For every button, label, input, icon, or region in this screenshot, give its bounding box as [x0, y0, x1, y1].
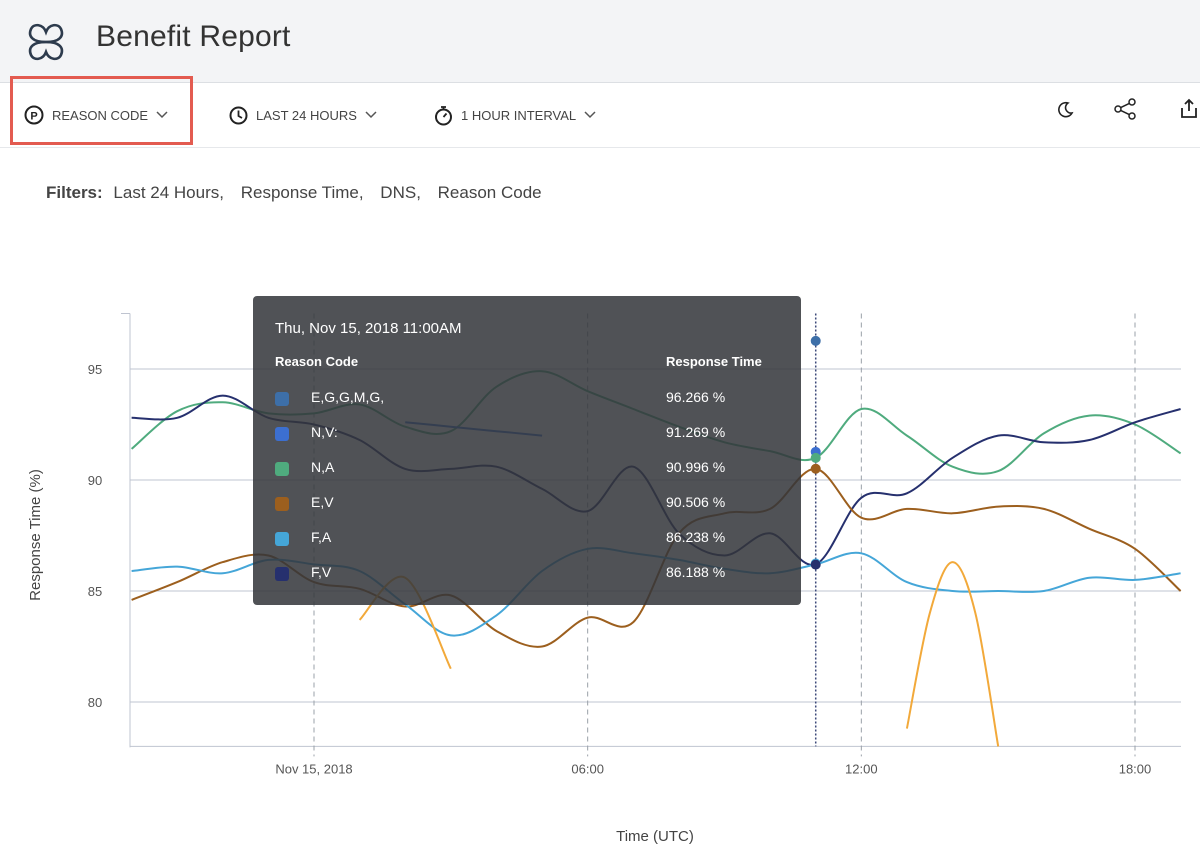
tooltip-reason-code: F,V: [311, 564, 332, 580]
interval-label: 1 HOUR INTERVAL: [461, 107, 577, 123]
tooltip-response-time: 96.266 %: [666, 389, 726, 405]
page-title: Benefit Report: [96, 20, 291, 53]
tooltip-reason-code: E,V: [311, 494, 334, 510]
series-swatch: [275, 427, 289, 441]
time-range-dropdown[interactable]: LAST 24 HOURS: [229, 83, 377, 147]
data-point-marker: [810, 559, 821, 570]
x-tick-label: 12:00: [845, 761, 878, 776]
x-tick-label: 06:00: [571, 761, 604, 776]
stopwatch-icon: [435, 105, 452, 125]
filter-protocol: DNS,: [380, 183, 421, 202]
x-tick-label: Nov 15, 2018: [275, 761, 352, 776]
tooltip-response-time: 86.188 %: [666, 564, 726, 580]
series-line: [905, 561, 1000, 747]
series-swatch: [275, 532, 289, 546]
filters-label: Filters:: [46, 183, 103, 202]
series-swatch: [275, 497, 289, 511]
chevron-down-icon: [365, 111, 377, 119]
interval-dropdown[interactable]: 1 HOUR INTERVAL: [434, 83, 596, 147]
data-point-marker: [810, 463, 821, 474]
tooltip-reason-code: E,G,G,M,G,: [311, 389, 385, 405]
filter-group-by: Reason Code: [437, 183, 542, 202]
share-icon[interactable]: [1113, 97, 1137, 121]
y-tick-label: 85: [88, 584, 102, 599]
x-axis-title: Time (UTC): [616, 828, 694, 845]
tooltip-response-time: 86.238 %: [666, 529, 726, 545]
tooltip-row: N,V: 91.269 %: [275, 423, 785, 447]
tooltip-header-code: Reason Code: [275, 354, 359, 369]
tooltip-row: N,A 90.996 %: [275, 458, 785, 482]
reason-code-highlight: [10, 76, 193, 145]
chart-tooltip: Thu, Nov 15, 2018 11:00AM Reason Code Re…: [253, 296, 801, 605]
x-tick-label: 18:00: [1119, 761, 1152, 776]
tooltip-reason-code: N,A: [311, 459, 335, 475]
tooltip-row: F,A 86.238 %: [275, 528, 785, 552]
tooltip-row: E,V 90.506 %: [275, 493, 785, 517]
series-swatch: [275, 567, 289, 581]
tooltip-response-time: 91.269 %: [666, 424, 726, 440]
series-swatch: [275, 462, 289, 476]
tooltip-date: Thu, Nov 15, 2018 11:00AM: [275, 320, 462, 337]
tooltip-row: E,G,G,M,G, 96.266 %: [275, 388, 785, 412]
filters-bar: Filters: Last 24 Hours, Response Time, D…: [46, 183, 554, 203]
tooltip-row: F,V 86.188 %: [275, 563, 785, 587]
app-logo-icon: [28, 23, 64, 61]
tooltip-reason-code: N,V:: [311, 424, 338, 440]
y-tick-label: 80: [88, 695, 102, 710]
clock-icon: [229, 106, 248, 124]
tooltip-response-time: 90.996 %: [666, 459, 726, 475]
tooltip-header-value: Response Time: [666, 354, 762, 369]
data-point-marker: [810, 452, 821, 463]
filter-metric: Response Time,: [240, 183, 364, 202]
tooltip-reason-code: F,A: [311, 529, 332, 545]
series-swatch: [275, 392, 289, 406]
y-tick-label: 95: [88, 362, 102, 377]
moon-icon[interactable]: [1057, 100, 1075, 118]
y-axis-title: Response Time (%): [27, 469, 44, 601]
tooltip-response-time: 90.506 %: [666, 494, 726, 510]
filter-time-range: Last 24 Hours,: [113, 183, 224, 202]
y-tick-label: 90: [88, 473, 102, 488]
app-header: Benefit Report: [0, 0, 1200, 83]
data-point-marker: [810, 335, 821, 346]
export-icon[interactable]: [1178, 98, 1200, 120]
time-range-label: LAST 24 HOURS: [256, 107, 357, 123]
chevron-down-icon: [584, 111, 596, 119]
